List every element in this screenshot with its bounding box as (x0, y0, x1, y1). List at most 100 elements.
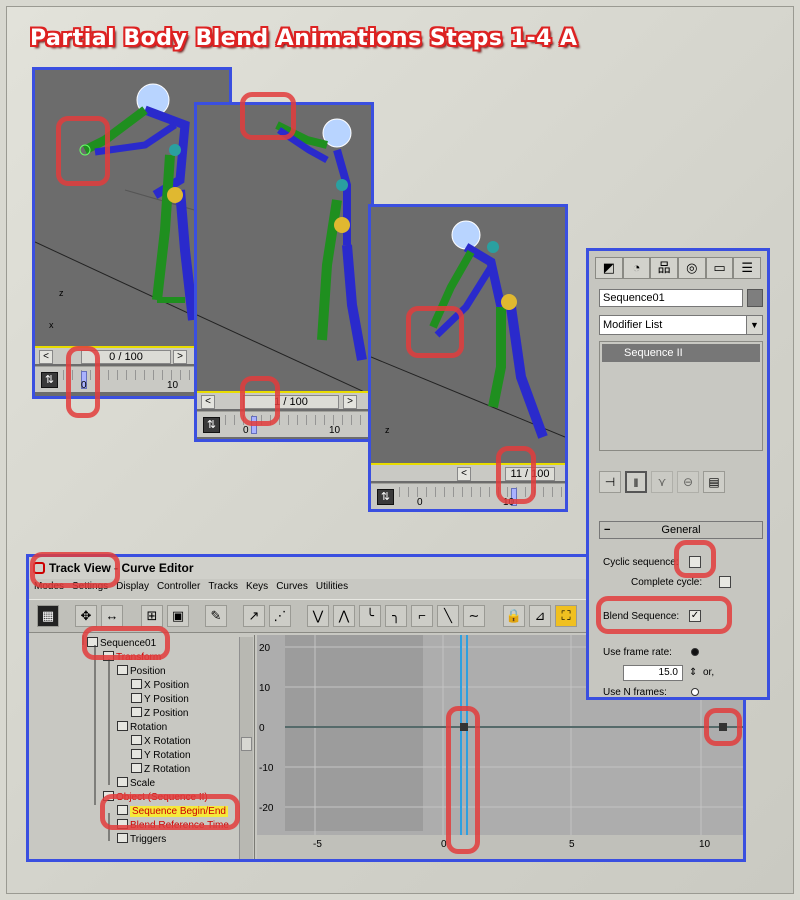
tree-item[interactable]: Y Rotation (131, 749, 191, 763)
menu-display[interactable]: Display (116, 581, 149, 597)
pin-stack-icon[interactable]: ⊣ (599, 471, 621, 493)
frame-rate-radio[interactable] (691, 648, 699, 656)
modifier-list-label: Modifier List (603, 319, 663, 331)
viewport-2-scene (197, 118, 371, 395)
object-color-swatch[interactable] (747, 289, 763, 307)
scale-values-icon[interactable]: ▣ (167, 605, 189, 627)
viewport-3[interactable]: z < 11 / 100 ⇅ 0 10 (368, 204, 568, 512)
ruler-tick: 10 (167, 380, 179, 391)
ruler (399, 487, 565, 497)
time-thumb[interactable] (251, 416, 257, 434)
tree-item[interactable]: X Position (131, 679, 189, 693)
tree-item[interactable]: Scale (117, 777, 155, 791)
x-tick: 10 (699, 839, 711, 850)
tree-item[interactable]: Blend Reference Time (117, 819, 229, 833)
tangent-custom-icon[interactable]: ⋀ (333, 605, 355, 627)
tree-item[interactable]: Position (117, 665, 166, 679)
tangent-smooth-icon[interactable]: ∼ (463, 605, 485, 627)
make-unique-icon[interactable]: ⋎ (651, 471, 673, 493)
snap-frames-icon[interactable]: ⊿ (529, 605, 551, 627)
next-frame-button[interactable]: > (343, 395, 357, 409)
configure-sets-icon[interactable]: ▤ (703, 471, 725, 493)
tree-item[interactable]: Triggers (117, 833, 166, 847)
menu-curves[interactable]: Curves (276, 581, 308, 597)
viewport-2[interactable]: < 1 / 100 > ⇅ 0 10 (194, 102, 374, 442)
page-title: Partial Body Blend Animations Steps 1-4 … (30, 26, 578, 51)
menu-settings[interactable]: Settings (72, 581, 108, 597)
chevron-down-icon[interactable]: ▼ (746, 316, 762, 334)
menu-controller[interactable]: Controller (157, 581, 200, 597)
spinner-arrows-icon[interactable]: ⇕ (689, 667, 697, 679)
display-tab-icon[interactable]: ▭ (705, 257, 734, 279)
viewport-3-scene: z (371, 220, 565, 439)
tree-item[interactable]: Y Position (131, 693, 189, 707)
time-slider-bar: < 1 / 100 > (197, 391, 371, 409)
menu-tracks[interactable]: Tracks (208, 581, 238, 597)
menu-modes[interactable]: Modes (34, 581, 64, 597)
prev-frame-button[interactable]: < (201, 395, 215, 409)
modify-tab-icon[interactable]: ◔ (622, 257, 651, 279)
tree-item[interactable]: X Rotation (131, 735, 191, 749)
tree-item-selected[interactable]: Sequence Begin/End (117, 805, 228, 819)
ruler-tick: 0 (243, 425, 249, 436)
track-bar[interactable]: ⇅ 0 10 (371, 483, 565, 509)
menu-utilities[interactable]: Utilities (316, 581, 348, 597)
frame-rate-input[interactable]: 15.0 (623, 665, 683, 681)
slide-keys-icon[interactable]: ↔ (101, 605, 123, 627)
x-tick: 0 (441, 839, 447, 850)
motion-tab-icon[interactable]: ◎ (678, 257, 706, 279)
lock-tangents-icon[interactable]: ⛶ (555, 605, 577, 627)
lock-selection-icon[interactable]: 🔒 (503, 605, 525, 627)
move-keys-icon[interactable]: ✥ (75, 605, 97, 627)
track-bar[interactable]: ⇅ 0 10 (197, 411, 371, 437)
draw-curves-icon[interactable]: ↗ (243, 605, 265, 627)
complete-cycle-label: Complete cycle: (631, 577, 703, 588)
blend-sequence-label: Blend Sequence: (603, 611, 680, 622)
axis-z-label: z (385, 425, 390, 435)
key-mode-icon[interactable]: ⇅ (377, 489, 394, 505)
key-mode-icon[interactable]: ⇅ (41, 372, 58, 388)
track-view-title: Track View - Curve Editor (49, 561, 194, 575)
time-slider[interactable]: 11 / 100 (505, 467, 555, 481)
tree-item[interactable]: Z Position (131, 707, 188, 721)
axis-z-label: z (59, 288, 64, 298)
cyclic-checkbox[interactable] (689, 556, 701, 568)
add-keys-icon[interactable]: ✎ (205, 605, 227, 627)
tangent-linear-icon[interactable]: ╲ (437, 605, 459, 627)
stack-item[interactable]: Sequence II (602, 344, 760, 362)
n-frames-label: Use N frames: (603, 687, 667, 698)
tangent-fast-icon[interactable]: ╰ (359, 605, 381, 627)
prev-frame-button[interactable]: < (457, 467, 471, 481)
menu-keys[interactable]: Keys (246, 581, 268, 597)
tangent-slow-icon[interactable]: ╮ (385, 605, 407, 627)
hierarchy-tab-icon[interactable]: 品 (650, 257, 679, 279)
scale-keys-icon[interactable]: ⊞ (141, 605, 163, 627)
time-slider[interactable]: 0 / 100 (81, 350, 171, 364)
tree-scroll-thumb[interactable] (241, 737, 252, 751)
reduce-keys-icon[interactable]: ⋰ (269, 605, 291, 627)
tree-scrollbar[interactable] (239, 637, 253, 859)
tangent-step-icon[interactable]: ⌐ (411, 605, 433, 627)
command-panel[interactable]: ◩ ◔ 品 ◎ ▭ ☰ Sequence01 Modifier List ▼ S… (586, 248, 770, 700)
complete-cycle-checkbox[interactable] (719, 576, 731, 588)
create-tab-icon[interactable]: ◩ (595, 257, 623, 279)
tangent-auto-icon[interactable]: ⋁ (307, 605, 329, 627)
y-tick: -10 (259, 763, 274, 774)
prev-frame-button[interactable]: < (39, 350, 53, 364)
y-tick: 20 (259, 643, 271, 654)
time-slider[interactable]: 1 / 100 (243, 395, 339, 409)
remove-modifier-icon[interactable]: ⊖ (677, 471, 699, 493)
general-rollout-header[interactable]: − General (599, 521, 763, 539)
next-frame-button[interactable]: > (173, 350, 187, 364)
tree-item[interactable]: Z Rotation (131, 763, 190, 777)
object-name-field[interactable]: Sequence01 (599, 289, 743, 307)
utilities-tab-icon[interactable]: ☰ (733, 257, 762, 279)
n-frames-radio[interactable] (691, 688, 699, 696)
filter-icon[interactable]: ▦ (37, 605, 59, 627)
key-mode-icon[interactable]: ⇅ (203, 417, 220, 433)
blend-sequence-checkbox[interactable]: ✓ (689, 610, 701, 622)
show-end-result-icon[interactable]: ‖ (625, 471, 647, 493)
tree-item[interactable]: Rotation (117, 721, 167, 735)
x-tick: -5 (313, 839, 322, 850)
modifier-list-dropdown[interactable]: Modifier List ▼ (599, 315, 763, 335)
